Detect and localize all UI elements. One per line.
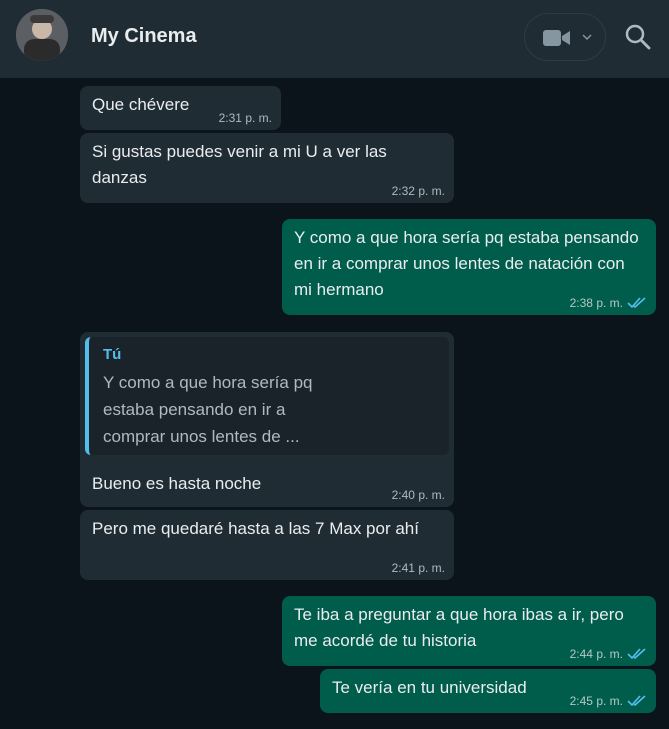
contact-name[interactable]: My Cinema [91,25,197,48]
message-time: 2:44 p. m. [569,647,623,661]
message-time: 2:41 p. m. [391,561,445,575]
quote-text: Y como a que hora sería pq estaba pensan… [103,373,313,446]
message-text: Que chévere [92,95,190,114]
double-check-read-icon [627,648,646,660]
message-text: Bueno es hasta noche [92,474,262,493]
message-text: Te vería en tu universidad [332,678,527,697]
contact-avatar[interactable] [16,9,68,61]
message-time: 2:32 p. m. [391,184,445,198]
message-text: Y como a que hora sería pq estaba pensan… [294,228,639,299]
quote-author: Tú [103,346,122,363]
message-outgoing[interactable]: Y como a que hora sería pq estaba pensan… [282,219,656,315]
message-time: 2:40 p. m. [391,488,445,502]
message-list[interactable]: Que chévere 2:31 p. m. Si gustas puedes … [0,78,669,729]
quoted-message[interactable]: Tú Y como a que hora sería pq estaba pen… [85,337,449,455]
message-time: 2:45 p. m. [569,694,623,708]
video-call-button[interactable] [524,13,606,61]
search-icon[interactable] [625,24,651,50]
double-check-read-icon [627,695,646,707]
chevron-down-icon [582,34,592,41]
message-text: Si gustas puedes venir a mi U a ver las … [92,142,387,187]
message-outgoing[interactable]: Te iba a preguntar a que hora ibas a ir,… [282,596,656,666]
message-incoming-reply[interactable]: Tú Y como a que hora sería pq estaba pen… [80,332,454,507]
message-time: 2:38 p. m. [569,296,623,310]
message-incoming[interactable]: Pero me quedaré hasta a las 7 Max por ah… [80,510,454,580]
double-check-read-icon [627,297,646,309]
message-time: 2:31 p. m. [218,111,272,125]
message-incoming[interactable]: Que chévere 2:31 p. m. [80,86,281,130]
message-incoming[interactable]: Si gustas puedes venir a mi U a ver las … [80,133,454,203]
message-text: Pero me quedaré hasta a las 7 Max por ah… [92,519,419,538]
video-camera-icon [543,30,570,46]
message-outgoing[interactable]: Te vería en tu universidad 2:45 p. m. [320,669,656,713]
chat-header: My Cinema [0,0,669,78]
